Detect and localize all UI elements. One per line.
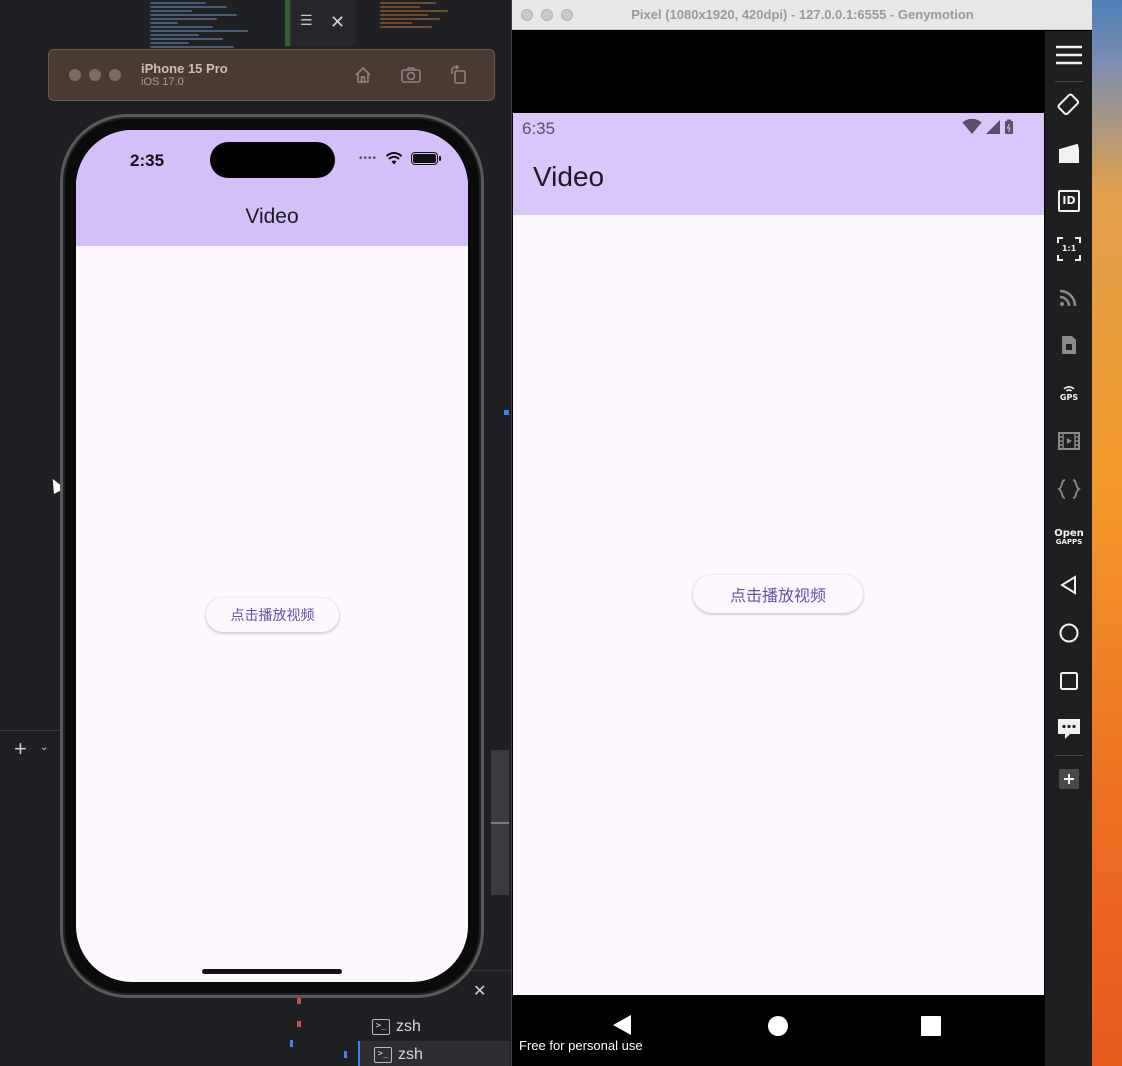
terminal-item-selected[interactable]: >_ zsh — [358, 1041, 510, 1066]
sim-icon[interactable] — [1045, 325, 1093, 365]
scrollbar-thumb-mark — [491, 822, 509, 824]
outline-icon[interactable]: ☰ — [300, 12, 313, 29]
rotate-icon[interactable] — [1045, 85, 1093, 125]
home-indicator[interactable] — [202, 969, 342, 974]
personal-use-watermark: Free for personal use — [519, 1038, 643, 1053]
window-title: Pixel (1080x1920, 420dpi) - 127.0.0.1:65… — [631, 7, 974, 22]
play-video-button[interactable]: 点击播放视频 — [206, 598, 339, 632]
status-time: 2:35 — [130, 151, 165, 170]
terminal-label: zsh — [396, 1018, 421, 1035]
app-title: Video — [245, 205, 299, 228]
genymotion-titlebar: Pixel (1080x1920, 420dpi) - 127.0.0.1:65… — [512, 0, 1093, 30]
status-icons — [962, 119, 1014, 135]
recent-apps-icon[interactable] — [1045, 661, 1093, 701]
desktop-wallpaper — [1092, 0, 1122, 1066]
error-marker — [297, 1021, 301, 1027]
genymotion-sidebar: ID 1:1 GPS Open GAPPS — [1045, 31, 1093, 1066]
menu-icon[interactable] — [1045, 35, 1093, 75]
terminal-icon: >_ — [374, 1047, 392, 1063]
android-content: 点击播放视频 — [513, 215, 1044, 995]
window-controls — [69, 69, 121, 81]
terminal-icon: >_ — [372, 1019, 390, 1035]
terminal-item[interactable]: >_ zsh — [358, 1013, 510, 1041]
pixel-perfect-icon[interactable]: 1:1 — [1045, 229, 1093, 269]
change-marker — [290, 1040, 293, 1047]
terminal-label: zsh — [398, 1046, 423, 1063]
error-marker — [297, 998, 301, 1004]
camera-icon[interactable] — [1045, 133, 1093, 173]
scrollbar-marker — [504, 410, 509, 415]
battery-icon — [411, 152, 441, 165]
device-name: iPhone 15 Pro — [141, 60, 228, 76]
wifi-icon — [962, 119, 982, 134]
close-editor-icon[interactable]: ✕ — [330, 12, 345, 33]
capture-icon[interactable] — [1045, 421, 1093, 461]
sidebar-divider — [1055, 755, 1083, 756]
play-video-button[interactable]: 点击播放视频 — [693, 575, 863, 613]
android-app-bar: 6:35 Video — [513, 113, 1044, 215]
battery-icon — [1005, 119, 1013, 134]
app-title: Video — [533, 161, 605, 192]
back-icon[interactable] — [613, 1015, 631, 1035]
panel-divider — [0, 730, 60, 731]
close-window-button[interactable] — [69, 69, 81, 81]
ios-navigation-bar: 2:35 •••• Video — [76, 130, 468, 246]
sidebar-divider — [1055, 81, 1083, 82]
android-navigation-bar: Free for personal use — [513, 995, 1044, 1066]
wifi-icon — [385, 152, 403, 165]
close-panel-icon[interactable]: ✕ — [473, 981, 486, 1001]
signal-icon — [986, 120, 1000, 134]
iphone-frame: 2:35 •••• Video 点击播放视频 — [60, 114, 484, 998]
recent-apps-icon[interactable] — [921, 1016, 941, 1036]
add-terminal-icon[interactable]: + — [14, 736, 27, 762]
iphone-screen: 2:35 •••• Video 点击播放视频 — [76, 130, 468, 982]
open-gapps-icon[interactable]: Open GAPPS — [1045, 517, 1093, 557]
android-screen: 6:35 Video 点击播放视频 Free for personal use — [513, 31, 1044, 1066]
screenshot-icon[interactable] — [400, 64, 422, 86]
gps-icon[interactable]: GPS — [1045, 373, 1093, 413]
identifiers-icon[interactable]: ID — [1045, 181, 1093, 221]
simulator-title: iPhone 15 Pro iOS 17.0 — [141, 60, 228, 89]
more-icon[interactable] — [1045, 709, 1093, 749]
change-marker — [344, 1051, 347, 1058]
status-time: 6:35 — [522, 119, 556, 138]
javascript-icon[interactable] — [1045, 469, 1093, 509]
zoom-window-button[interactable] — [109, 69, 121, 81]
simulator-toolbar: iPhone 15 Pro iOS 17.0 — [48, 49, 495, 101]
network-icon[interactable] — [1045, 277, 1093, 317]
add-icon[interactable] — [1045, 759, 1093, 799]
home-icon[interactable] — [1045, 613, 1093, 653]
status-icons: •••• — [358, 152, 441, 165]
os-version: iOS 17.0 — [141, 76, 184, 89]
home-icon[interactable] — [768, 1016, 788, 1036]
back-icon[interactable] — [1045, 565, 1093, 605]
chevron-down-icon[interactable]: ⌄ — [40, 742, 48, 753]
cellular-signal-icon: •••• — [358, 153, 377, 164]
dynamic-island — [210, 142, 335, 178]
genymotion-window: Pixel (1080x1920, 420dpi) - 127.0.0.1:65… — [511, 0, 1093, 1066]
simulator-tools — [352, 64, 470, 86]
rotate-icon[interactable] — [448, 64, 470, 86]
home-icon[interactable] — [352, 64, 374, 86]
minimize-window-button[interactable] — [89, 69, 101, 81]
code-minimap-secondary — [380, 0, 460, 45]
